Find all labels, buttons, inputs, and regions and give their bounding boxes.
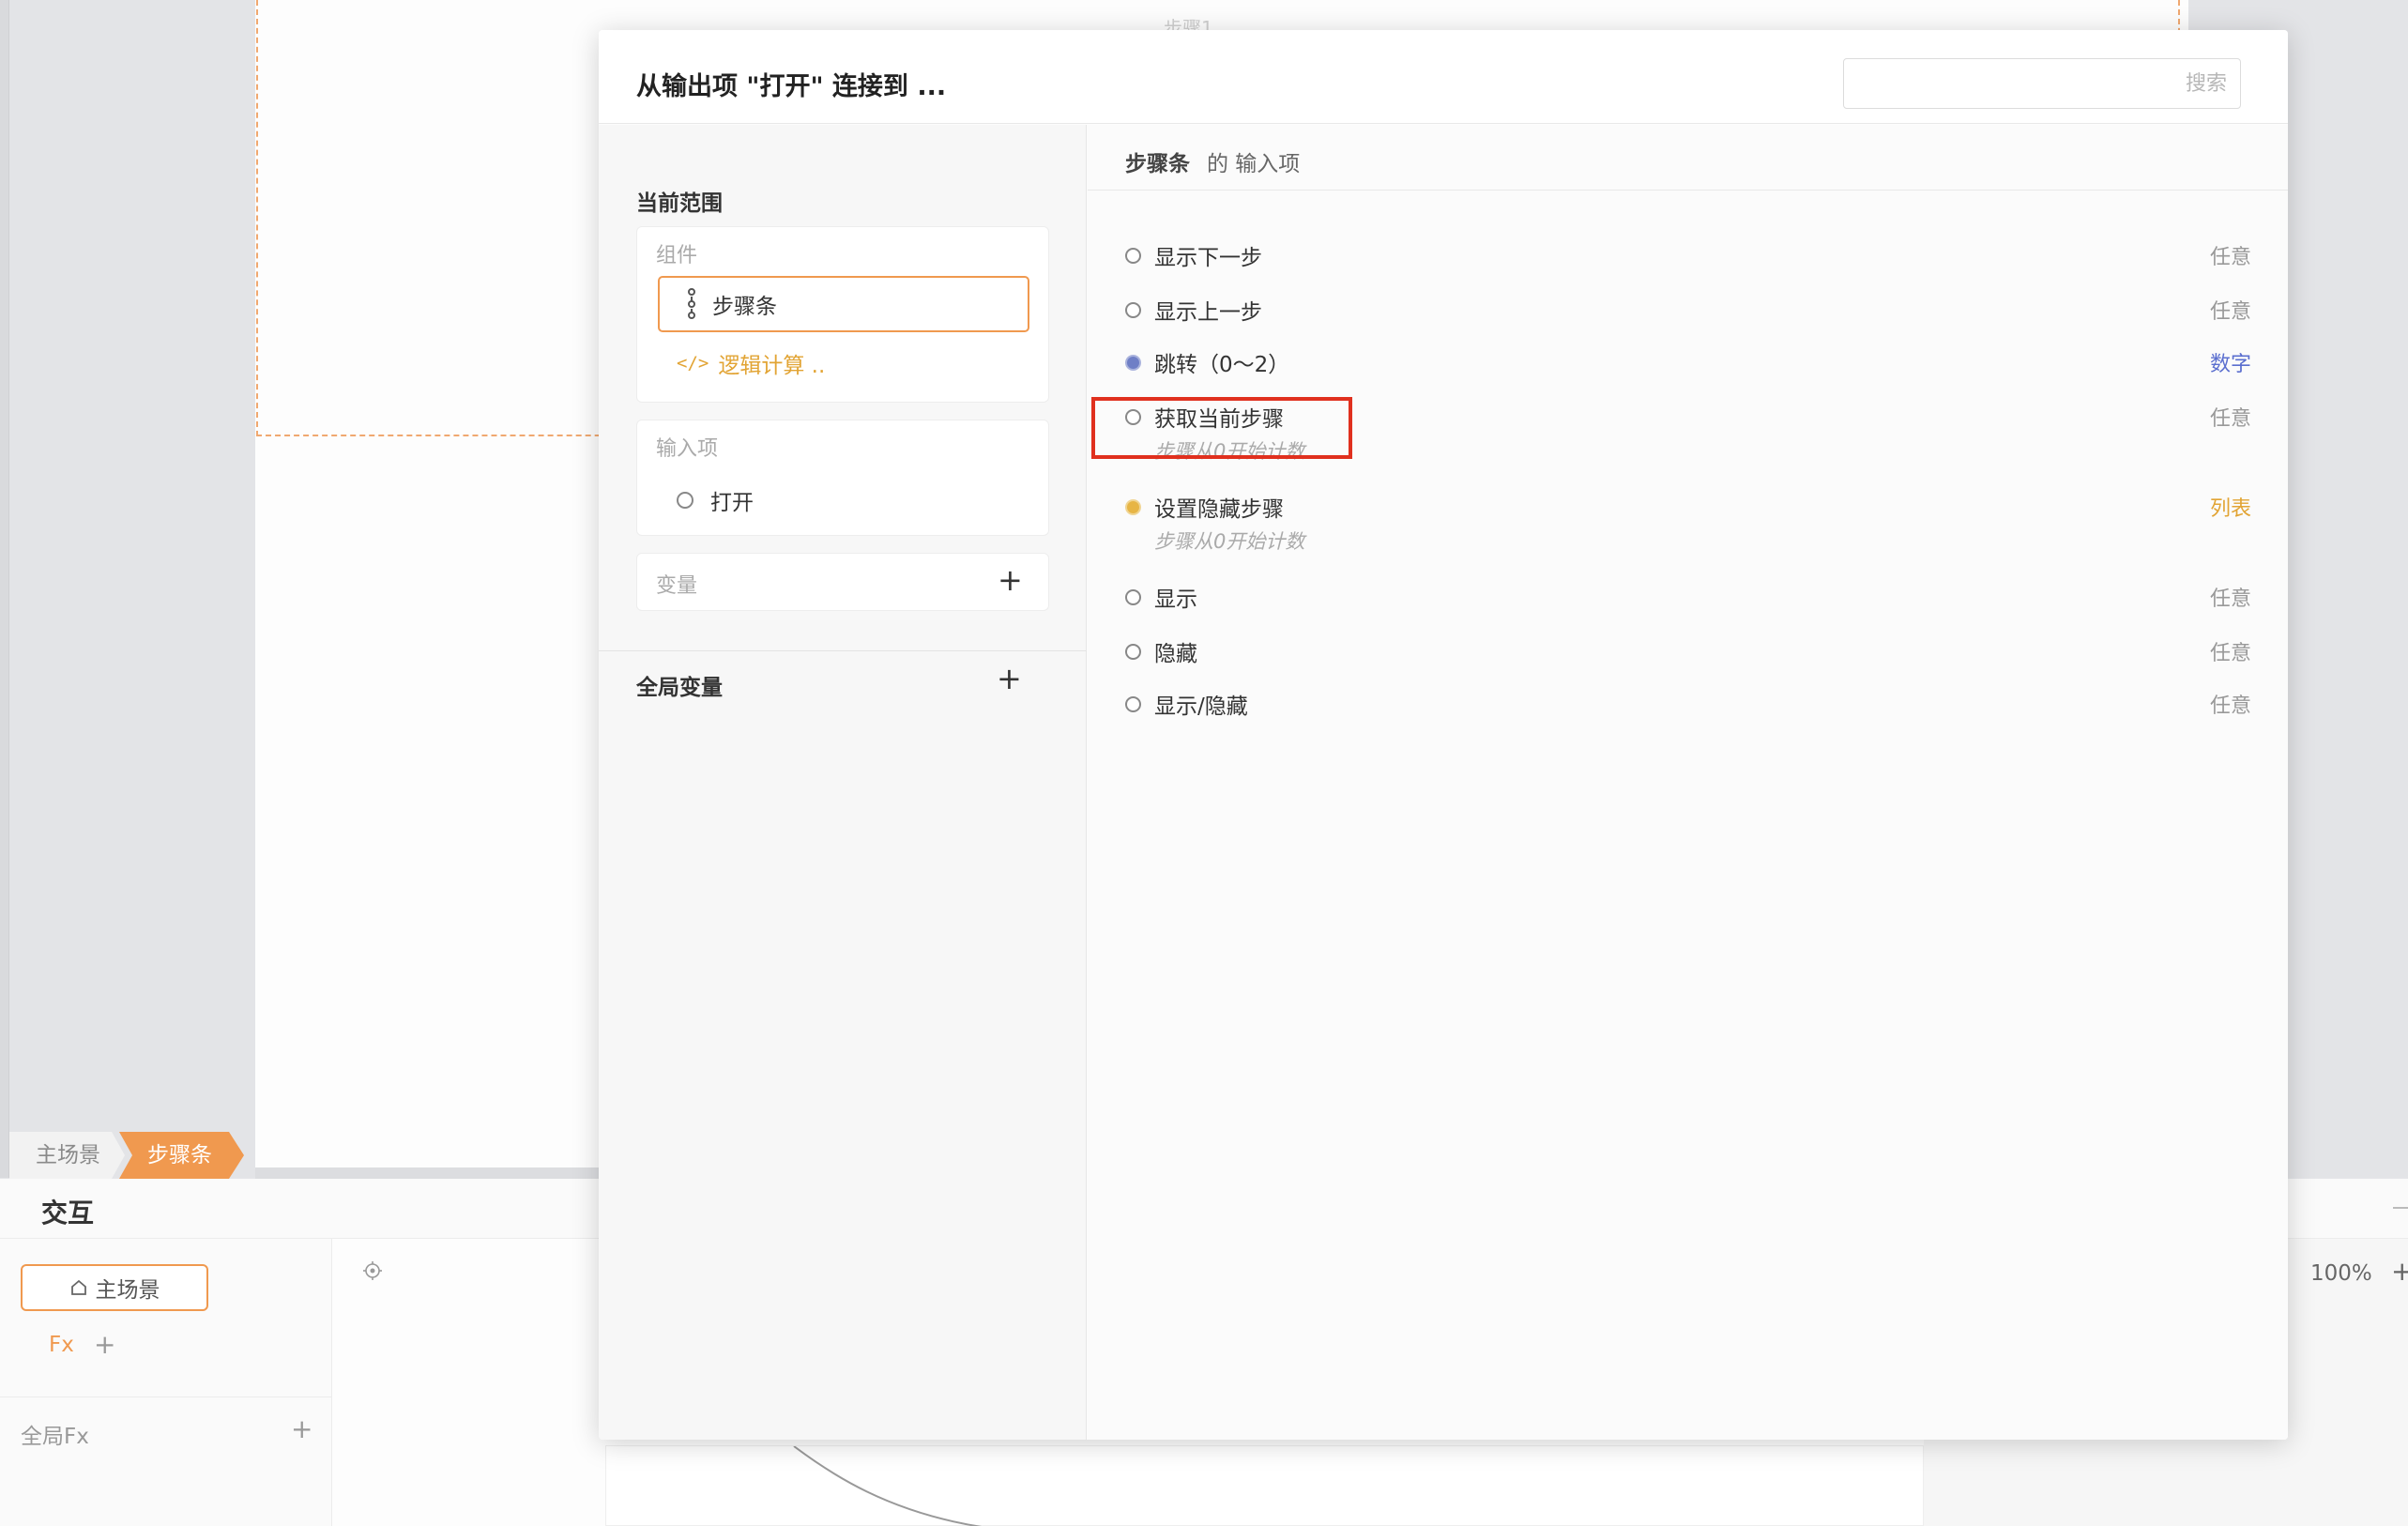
port-list-icon [1125, 498, 1141, 515]
main-scene-button[interactable]: 主场景 [21, 1264, 208, 1311]
inputs-pane-header: 步骤条的 输入项 [1088, 125, 2288, 191]
add-variable-button[interactable]: + [998, 565, 1023, 595]
port-item[interactable]: 显示下一步 任意 [1125, 239, 2251, 271]
port-item[interactable]: 显示上一步 任意 [1125, 294, 2251, 326]
zoom-level: 100% [2310, 1261, 2372, 1286]
port-circle-icon [1125, 588, 1141, 605]
inputs-pane-title: 步骤条的 输入项 [1125, 145, 1300, 177]
port-item-jump[interactable]: 跳转（0～2） 数字 [1125, 346, 2251, 378]
inputs-card: 输入项 打开 [636, 420, 1049, 536]
port-name: 显示/隐藏 [1154, 694, 1248, 719]
variables-card: 变量 + [636, 553, 1049, 611]
fx-tab[interactable]: Fx [49, 1333, 74, 1357]
port-note: 步骤从0开始计数 [1154, 530, 1305, 553]
minimize-icon[interactable] [2393, 1207, 2408, 1209]
input-item-open[interactable]: 打开 [677, 484, 754, 516]
inputs-label: 输入项 [656, 437, 719, 461]
pane-divider [599, 650, 1087, 651]
add-global-fx-button[interactable]: + [291, 1413, 312, 1444]
component-label: 组件 [656, 244, 698, 267]
port-type: 数字 [2209, 353, 2251, 376]
port-type: 列表 [2209, 497, 2251, 521]
breadcrumb-step-bar[interactable]: 步骤条 [119, 1132, 244, 1179]
breadcrumb-main-scene[interactable]: 主场景 [9, 1132, 125, 1179]
search-input[interactable] [1843, 58, 2241, 109]
port-type: 任意 [2209, 246, 2251, 269]
inputs-pane: 步骤条的 输入项 显示下一步 任意 显示上一步 任意 跳转（0～2） 数字 获取… [1088, 125, 2288, 1440]
component-name: 步骤条 [712, 295, 777, 319]
main-scene-label: 主场景 [95, 1278, 160, 1303]
flow-node-card[interactable] [605, 1445, 1924, 1526]
port-name: 设置隐藏步骤 [1154, 497, 1284, 522]
vertical-ruler [0, 0, 9, 1178]
global-fx-label: 全局Fx [21, 1425, 89, 1449]
connect-dialog: 从输出项 "打开" 连接到 ... 当前范围 组件 步骤条 </> 逻辑计算 .… [599, 30, 2288, 1440]
port-circle-icon [677, 492, 693, 509]
port-name: 显示 [1154, 588, 1197, 612]
input-item-label: 打开 [710, 491, 754, 515]
inputs-suffix: 的 输入项 [1207, 152, 1301, 176]
port-item[interactable]: 显示 任意 [1125, 581, 2251, 613]
global-variables-title: 全局变量 [636, 676, 723, 700]
dialog-title: 从输出项 "打开" 连接到 ... [636, 72, 947, 101]
highlight-box [1091, 397, 1352, 459]
variables-label: 变量 [656, 574, 698, 598]
port-number-icon [1125, 354, 1141, 371]
locate-icon[interactable] [362, 1260, 383, 1281]
port-name: 显示上一步 [1154, 300, 1262, 325]
zoom-in-button[interactable]: + [2391, 1256, 2408, 1287]
interaction-panel-title: 交互 [41, 1198, 95, 1228]
connection-curve [793, 1445, 983, 1526]
logic-calc-item[interactable]: </> 逻辑计算 .. [677, 347, 825, 379]
add-fx-button[interactable]: + [94, 1329, 115, 1360]
port-name: 显示下一步 [1154, 246, 1262, 270]
code-icon: </> [677, 353, 709, 374]
port-circle-icon [1125, 643, 1141, 660]
port-type: 任意 [2209, 588, 2251, 611]
port-item[interactable]: 显示/隐藏 任意 [1125, 688, 2251, 720]
component-step-bar[interactable]: 步骤条 [658, 276, 1029, 332]
dialog-header: 从输出项 "打开" 连接到 ... [599, 30, 2288, 124]
home-icon [70, 1279, 86, 1295]
port-circle-icon [1125, 695, 1141, 712]
port-type: 任意 [2209, 300, 2251, 324]
port-circle-icon [1125, 247, 1141, 264]
port-type: 任意 [2209, 694, 2251, 718]
port-item[interactable]: 设置隐藏步骤 列表 步骤从0开始计数 [1125, 491, 2251, 555]
logic-calc-label: 逻辑计算 .. [718, 354, 826, 378]
port-type: 任意 [2209, 407, 2251, 431]
canvas-right-margin [2290, 0, 2408, 1178]
scope-pane: 当前范围 组件 步骤条 </> 逻辑计算 .. 输入项 打开 变量 + 全局变量… [599, 125, 1087, 1440]
port-type: 任意 [2209, 642, 2251, 665]
sidebar-divider [0, 1396, 332, 1397]
port-circle-icon [1125, 301, 1141, 318]
port-item[interactable]: 隐藏 任意 [1125, 635, 2251, 667]
current-scope-title: 当前范围 [636, 191, 723, 216]
target-component-name: 步骤条 [1125, 152, 1190, 176]
component-card: 组件 步骤条 </> 逻辑计算 .. [636, 226, 1049, 403]
breadcrumb: 主场景 步骤条 [9, 1132, 244, 1179]
add-global-variable-button[interactable]: + [997, 664, 1022, 694]
steps-icon [686, 288, 697, 320]
port-name: 跳转（0～2） [1154, 353, 1290, 377]
port-name: 隐藏 [1154, 642, 1197, 666]
